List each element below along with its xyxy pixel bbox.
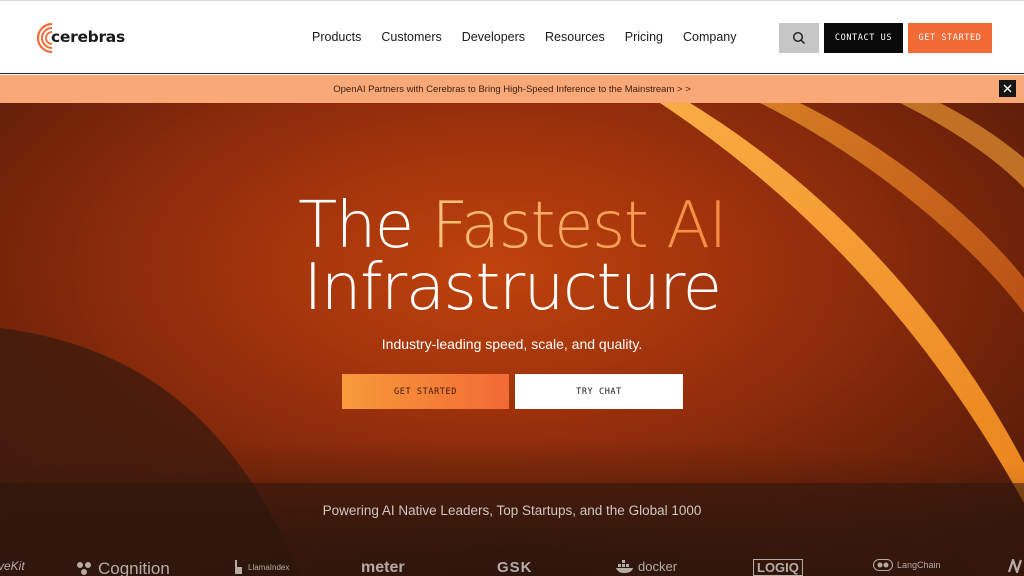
hero-get-started-button[interactable]: GET STARTED — [342, 374, 509, 409]
customer-logo-partial — [1008, 559, 1024, 573]
search-button[interactable] — [779, 23, 819, 53]
hero-try-chat-button[interactable]: TRY CHAT — [515, 374, 683, 409]
powering-tagline: Powering AI Native Leaders, Top Startups… — [322, 503, 702, 518]
nav-resources[interactable]: Resources — [535, 28, 615, 46]
close-icon — [1003, 84, 1012, 93]
brand-name: cerebras — [51, 28, 125, 46]
nav-pricing[interactable]: Pricing — [615, 28, 673, 46]
hero-subtitle: Industry-leading speed, scale, and quali… — [381, 336, 643, 352]
customer-logo-cognition: Cognition — [74, 559, 170, 576]
customer-logo-docker: docker — [616, 559, 677, 574]
cerebras-logo-icon — [32, 21, 54, 54]
llama-icon — [235, 560, 242, 574]
docker-whale-icon — [616, 559, 633, 573]
announcement-close-button[interactable] — [999, 80, 1016, 97]
announcement-bar: OpenAI Partners with Cerebras to Bring H… — [0, 75, 1024, 103]
cognition-icon — [77, 562, 91, 575]
nav-customers[interactable]: Customers — [371, 28, 451, 46]
customer-logo-meter: meter — [361, 559, 405, 576]
customer-logo-llamaindex: LlamaIndex — [232, 559, 289, 575]
hero-section: The Fastest AI Infrastructure Industry-l… — [0, 103, 1024, 576]
contact-us-button[interactable]: CONTACT US — [824, 23, 903, 53]
langchain-icon — [873, 559, 893, 571]
hero-title: The Fastest AI Infrastructure — [0, 194, 1024, 325]
partial-logo-icon — [1008, 559, 1023, 573]
main-nav: Products Customers Developers Resources … — [302, 28, 746, 46]
customer-logos-strip: veKit Cognition LlamaIndex meter GSK doc… — [0, 559, 1024, 576]
announcement-link[interactable]: OpenAI Partners with Cerebras to Bring H… — [333, 84, 691, 95]
get-started-button[interactable]: GET STARTED — [908, 23, 992, 53]
nav-products[interactable]: Products — [302, 28, 371, 46]
nav-company[interactable]: Company — [673, 28, 747, 46]
site-header: cerebras Products Customers Developers R… — [0, 0, 1024, 74]
customer-logo-gsk: GSK — [497, 559, 533, 576]
customer-logo-langchain: LangChain — [873, 559, 941, 571]
search-icon — [792, 31, 805, 44]
cerebras-logo[interactable]: cerebras — [32, 21, 125, 54]
hero-title-line2: Infrastructure — [303, 251, 722, 325]
nav-developers[interactable]: Developers — [452, 28, 535, 46]
customer-logo-vekit: veKit — [0, 559, 25, 573]
customer-logo-logiq: LOGIQ — [753, 559, 803, 576]
